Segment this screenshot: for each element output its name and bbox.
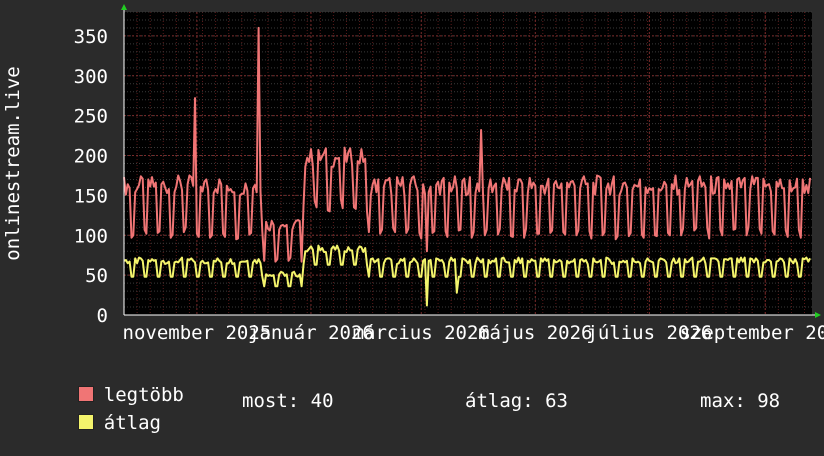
y-tick-label: 50 [85,265,108,287]
y-axis-label: onlinestream.live [2,66,24,260]
stat-now: most: 40 [242,390,334,412]
x-tick-label: szeptember 2026 [679,322,824,344]
legend-label-avg: átlag [103,412,161,434]
y-tick-label: 100 [74,225,108,247]
x-tick-label: március 2026 [353,322,490,344]
legend-item-max: legtöbb [32,362,184,406]
legend: legtöbb átlag most: 40 átlag: 63 max: 98 [32,362,780,434]
legend-swatch-avg [77,413,94,430]
y-tick-label: 150 [74,185,108,207]
chart: 050100150200250300350november 2025január… [2,4,824,344]
x-tick-label: május 2026 [478,322,592,344]
y-tick-label: 250 [74,106,108,128]
y-tick-label: 200 [74,146,108,168]
y-tick-label: 300 [74,66,108,88]
legend-item-avg: átlag [32,390,184,434]
plot-area [124,12,812,315]
y-axis-arrow [121,4,127,10]
stat-avg: átlag: 63 [465,390,568,412]
x-axis-arrow [815,312,821,318]
y-tick-label: 350 [74,26,108,48]
stat-max: max: 98 [700,390,781,412]
y-tick-label: 0 [97,305,108,327]
